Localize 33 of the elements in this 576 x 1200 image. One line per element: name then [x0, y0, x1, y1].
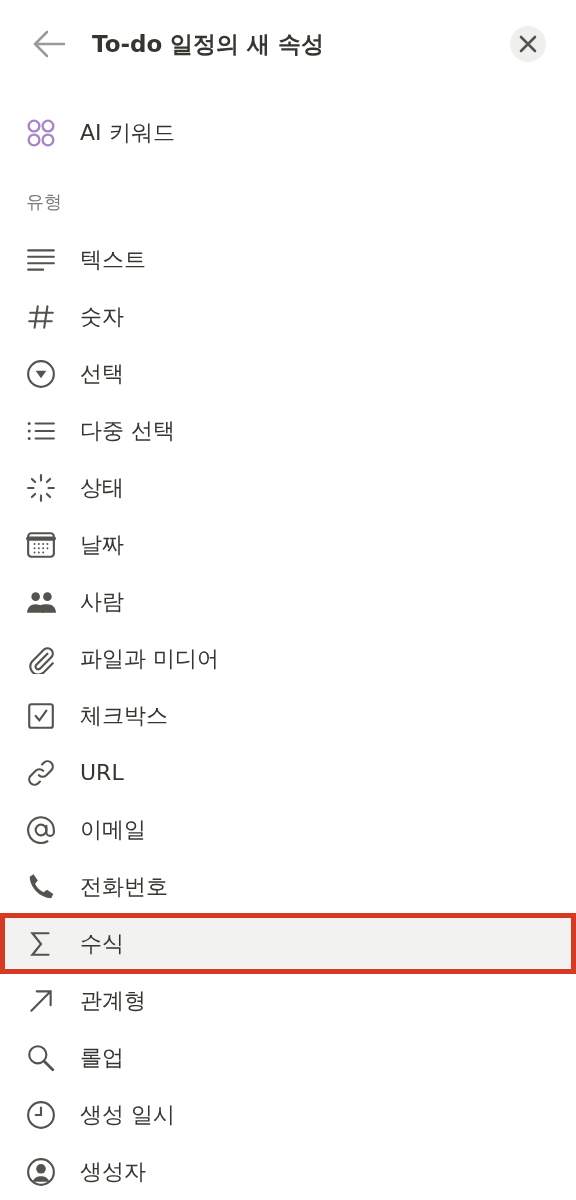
property-type-item[interactable]: 텍스트	[0, 231, 576, 288]
close-icon	[519, 35, 537, 53]
four-circles-icon	[26, 117, 56, 148]
property-type-item[interactable]: 관계형	[0, 972, 576, 1029]
property-type-item[interactable]: 다중 선택	[0, 402, 576, 459]
property-type-item[interactable]: 롤업	[0, 1029, 576, 1086]
back-arrow-icon[interactable]	[32, 29, 66, 59]
property-type-item[interactable]: 수식	[0, 915, 576, 972]
property-type-item[interactable]: AI 키워드	[0, 104, 576, 161]
calendar-icon	[26, 529, 56, 560]
dropdown-icon	[26, 358, 56, 389]
property-type-item[interactable]: 이메일	[0, 801, 576, 858]
property-type-item[interactable]: 날짜	[0, 516, 576, 573]
user-circle-icon	[26, 1156, 56, 1187]
at-sign-icon	[26, 814, 56, 845]
property-type-item[interactable]: 전화번호	[0, 858, 576, 915]
panel-title: To-do 일정의 새 속성	[92, 29, 326, 59]
property-type-item[interactable]: 상태	[0, 459, 576, 516]
link-icon	[26, 757, 56, 788]
property-type-item[interactable]: 생성자	[0, 1143, 576, 1200]
section-label: 유형	[26, 190, 62, 214]
property-type-item[interactable]: 생성 일시	[0, 1086, 576, 1143]
property-type-item[interactable]: 체크박스	[0, 687, 576, 744]
checkbox-icon	[26, 700, 56, 731]
property-type-item[interactable]: 선택	[0, 345, 576, 402]
property-type-item[interactable]: URL	[0, 744, 576, 801]
property-type-item[interactable]: 숫자	[0, 288, 576, 345]
search-icon	[26, 1042, 56, 1073]
property-type-item[interactable]: 파일과 미디어	[0, 630, 576, 687]
spinner-icon	[26, 472, 56, 503]
property-type-item[interactable]: 사람	[0, 573, 576, 630]
close-button[interactable]	[510, 26, 546, 62]
clock-icon	[26, 1099, 56, 1130]
